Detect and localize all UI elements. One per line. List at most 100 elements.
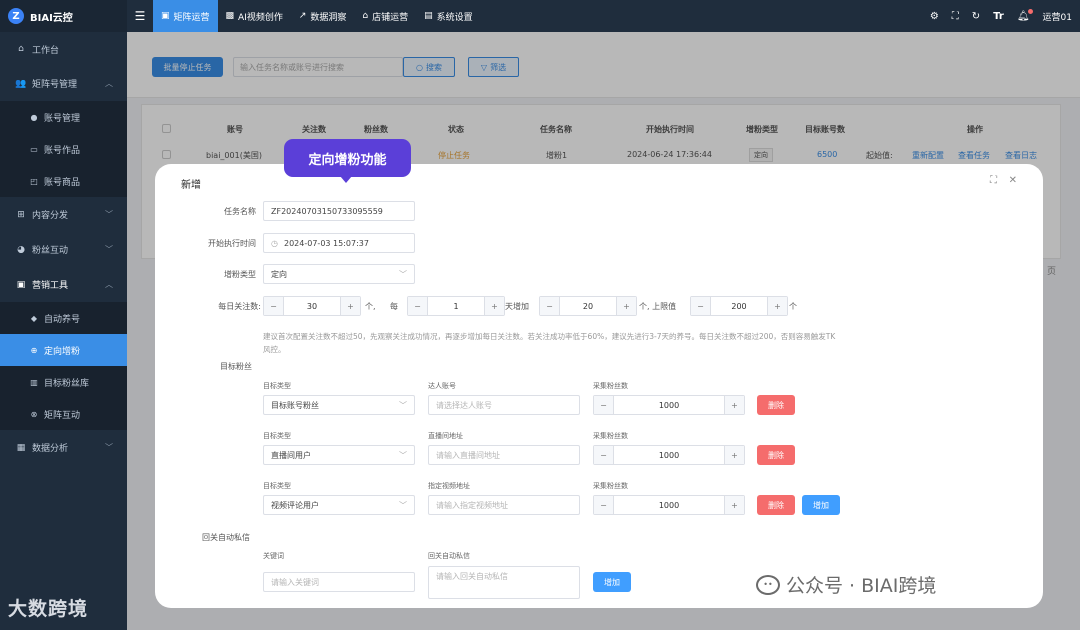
chat-icon: ◕: [17, 244, 25, 255]
plus-icon[interactable]: +: [724, 496, 744, 514]
daily-follow-stepper[interactable]: −30 +: [263, 296, 361, 316]
sidebar-item-label: 营销工具: [32, 281, 69, 291]
sidebar-item-targeted-growth[interactable]: ⊕ 定向增粉: [0, 334, 127, 366]
font-size-button[interactable]: Tr: [993, 11, 1004, 22]
sidebar: Z BIAI云控 ⌂ 工作台 👥 矩阵号管理 ︿ ● 账号管理 ▭ 账号作品 ◰…: [0, 0, 127, 630]
reply-message-textarea[interactable]: 请输入回关自动私信: [428, 566, 580, 599]
minus-icon[interactable]: −: [540, 297, 560, 315]
creator-account-select[interactable]: 请选择达人账号: [428, 395, 580, 415]
sidebar-item-dashboard[interactable]: ⌂ 工作台: [0, 32, 127, 66]
sidebar-item-matrix[interactable]: 👥 矩阵号管理 ︿: [0, 66, 127, 101]
start-time-value: 2024-07-03 15:07:37: [284, 238, 369, 248]
sidebar-item-account-manage[interactable]: ● 账号管理: [0, 101, 127, 133]
plus-icon[interactable]: +: [724, 446, 744, 464]
plus-icon[interactable]: +: [484, 297, 504, 315]
limit-stepper[interactable]: −200 +: [690, 296, 788, 316]
sidebar-item-matrix-interact[interactable]: ⊗ 矩阵互动: [0, 398, 127, 430]
sidebar-item-account-goods[interactable]: ◰ 账号商品: [0, 165, 127, 197]
target-type-value: 视频评论用户: [271, 500, 319, 510]
minus-icon[interactable]: −: [264, 297, 284, 315]
tab-label: 矩阵运营: [173, 12, 210, 23]
target-type-select[interactable]: 直播间用户 ﹀: [263, 445, 415, 465]
collect-count-stepper[interactable]: −1000 +: [593, 445, 745, 465]
limit-label: 个, 上限值: [639, 302, 677, 311]
close-icon[interactable]: ✕: [1009, 175, 1017, 186]
target-type-value: 目标账号粉丝: [271, 400, 319, 410]
sidebar-item-fans[interactable]: ◕ 粉丝互动 ﹀: [0, 232, 127, 267]
trend-icon: ↗: [298, 11, 307, 21]
sidebar-item-fan-library[interactable]: ▥ 目标粉丝库: [0, 366, 127, 398]
daily-follow-value[interactable]: 30: [284, 302, 340, 311]
target-type-select[interactable]: 视频评论用户 ﹀: [263, 495, 415, 515]
collect-count-stepper[interactable]: −1000 +: [593, 495, 745, 515]
tab-matrix-ops[interactable]: ▣ 矩阵运营: [153, 0, 218, 32]
add-target-button[interactable]: 增加: [802, 495, 840, 515]
delete-button[interactable]: 删除: [757, 395, 795, 415]
minus-icon[interactable]: −: [594, 496, 614, 514]
plus-icon[interactable]: +: [616, 297, 636, 315]
tab-store-ops[interactable]: ⌂ 店铺运营: [354, 0, 416, 32]
minus-icon[interactable]: −: [594, 396, 614, 414]
menu-toggle-icon[interactable]: ☰: [127, 9, 153, 23]
sidebar-item-label: 内容分发: [32, 211, 69, 221]
chevron-down-icon: ﹀: [105, 443, 113, 452]
tab-ai-video[interactable]: ▩ AI视频创作: [218, 0, 291, 32]
collect-count-label: 采集粉丝数: [593, 432, 628, 440]
sidebar-item-auto-nurture[interactable]: ◆ 自动养号: [0, 302, 127, 334]
sidebar-item-label: 自动养号: [44, 314, 81, 325]
delete-button[interactable]: 删除: [757, 445, 795, 465]
keyword-input[interactable]: 请输入关键词: [263, 572, 415, 592]
tab-data-insight[interactable]: ↗ 数据洞察: [291, 0, 355, 32]
start-time-picker[interactable]: ◷ 2024-07-03 15:07:37: [263, 233, 415, 253]
growth-type-label: 增粉类型: [224, 270, 256, 279]
settings-panel-icon: ▤: [424, 11, 433, 21]
sidebar-item-label: 数据分析: [32, 444, 69, 454]
increase-value[interactable]: 20: [560, 302, 616, 311]
chevron-down-icon: ﹀: [399, 450, 407, 460]
growth-type-select[interactable]: 定向 ﹀: [263, 264, 415, 284]
sidebar-item-account-works[interactable]: ▭ 账号作品: [0, 133, 127, 165]
plus-icon[interactable]: +: [724, 396, 744, 414]
brand-logo[interactable]: Z BIAI云控: [0, 0, 127, 32]
auto-reply-label: 回关自动私信: [202, 533, 250, 542]
tab-label: AI视频创作: [238, 12, 283, 23]
collect-count-value[interactable]: 1000: [614, 401, 724, 410]
add-reply-button[interactable]: 增加: [593, 572, 631, 592]
link-icon: ⊗: [30, 409, 38, 419]
increase-stepper[interactable]: −20 +: [539, 296, 637, 316]
video-icon: ▭: [30, 144, 38, 154]
minus-icon[interactable]: −: [594, 446, 614, 464]
sidebar-item-label: 粉丝互动: [32, 246, 69, 256]
refresh-icon[interactable]: ↻: [972, 11, 980, 22]
bell-icon[interactable]: 🔔︎: [1017, 8, 1033, 22]
every-days-value[interactable]: 1: [428, 302, 484, 311]
every-days-stepper[interactable]: −1 +: [407, 296, 505, 316]
target-type-label: 目标类型: [263, 432, 291, 440]
video-url-input[interactable]: 请输入指定视频地址: [428, 495, 580, 515]
bag-icon: ◰: [30, 176, 38, 186]
plus-icon[interactable]: +: [340, 297, 360, 315]
target-type-select[interactable]: 目标账号粉丝 ﹀: [263, 395, 415, 415]
maximize-icon[interactable]: ⛶: [990, 175, 997, 186]
sidebar-item-marketing[interactable]: ▣ 营销工具 ︿: [0, 267, 127, 302]
live-room-input[interactable]: 请输入直播间地址: [428, 445, 580, 465]
user-name[interactable]: 运营01: [1043, 10, 1072, 23]
tab-settings[interactable]: ▤ 系统设置: [416, 0, 481, 32]
collect-count-value[interactable]: 1000: [614, 501, 724, 510]
limit-value[interactable]: 200: [711, 302, 767, 311]
minus-icon[interactable]: −: [408, 297, 428, 315]
collect-count-stepper[interactable]: −1000 +: [593, 395, 745, 415]
start-time-label: 开始执行时间: [208, 239, 256, 248]
gear-icon[interactable]: ⚙: [930, 11, 939, 22]
clock-icon: ◷: [271, 238, 278, 248]
collect-count-label: 采集粉丝数: [593, 482, 628, 490]
task-name-input[interactable]: ZF20240703150733095559: [263, 201, 415, 221]
target-type-label: 目标类型: [263, 382, 291, 390]
fullscreen-icon[interactable]: ⛶: [952, 11, 959, 22]
sidebar-item-content[interactable]: ⊞ 内容分发 ﹀: [0, 197, 127, 232]
minus-icon[interactable]: −: [691, 297, 711, 315]
sidebar-item-analytics[interactable]: ▦ 数据分析 ﹀: [0, 430, 127, 465]
delete-button[interactable]: 删除: [757, 495, 795, 515]
plus-icon[interactable]: +: [767, 297, 787, 315]
collect-count-value[interactable]: 1000: [614, 451, 724, 460]
